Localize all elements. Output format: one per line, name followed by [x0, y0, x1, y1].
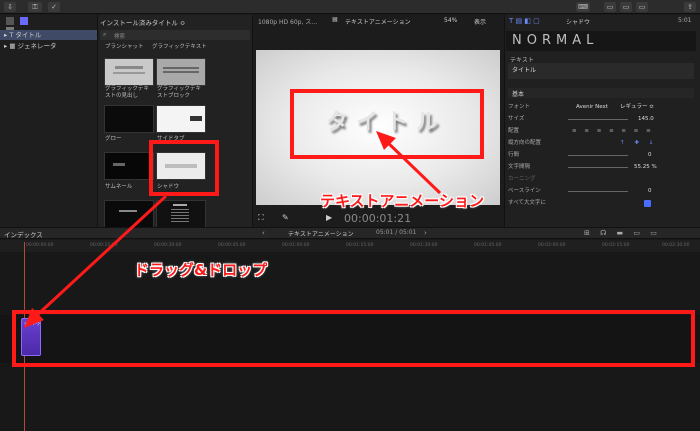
arrow-to-title: [383, 138, 442, 195]
annotation-arrows: [24, 131, 442, 328]
annotation-drag-drop: ドラッグ&ドロップ: [134, 261, 268, 279]
arrow-drag-drop: [32, 194, 168, 320]
annotation-text-animation: テキストアニメーション: [320, 192, 484, 210]
